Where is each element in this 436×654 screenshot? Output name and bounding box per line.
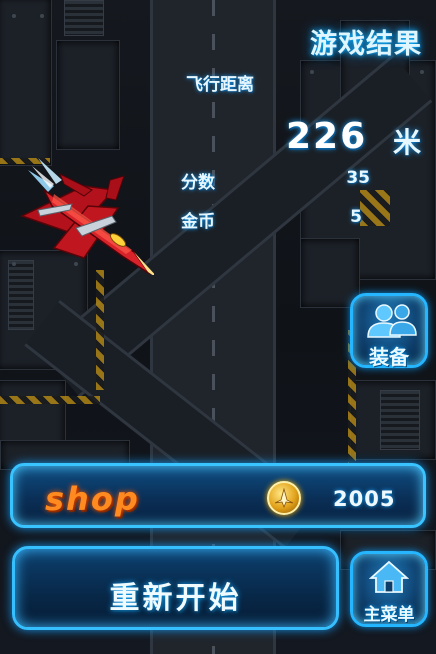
score-value: 35	[346, 168, 370, 188]
results-title: 游戏结果	[310, 29, 422, 60]
distance-label: 飞行距离	[186, 75, 254, 95]
coin-icon	[267, 481, 301, 515]
equipment-button[interactable]: 装备	[350, 293, 428, 369]
gold-label: 金币	[181, 212, 215, 232]
restart-button[interactable]: 重新开始	[12, 546, 339, 630]
main-menu-label: 主菜单	[363, 605, 415, 625]
distance-value: 226	[286, 116, 368, 157]
equipment-label: 装备	[369, 345, 409, 369]
coin-total: 2005	[333, 487, 396, 511]
shop-bar[interactable]: shop 2005	[10, 463, 426, 528]
gold-value: 5	[350, 207, 362, 227]
home-icon	[369, 560, 409, 593]
score-label: 分数	[181, 173, 215, 193]
distance-unit: 米	[393, 126, 422, 159]
people-icon	[367, 304, 417, 338]
restart-label: 重新开始	[109, 581, 242, 616]
player-jet-sprite	[20, 158, 154, 275]
shop-label: shop	[45, 480, 140, 518]
main-menu-button[interactable]: 主菜单	[350, 551, 428, 627]
